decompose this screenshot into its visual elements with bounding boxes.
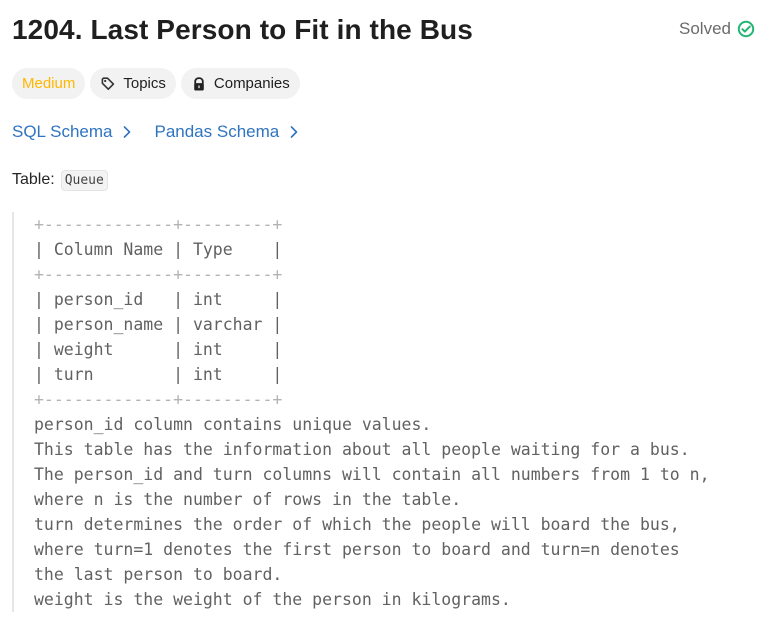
description-line: turn determines the order of which the p… bbox=[34, 515, 680, 534]
ascii-row: | person_name | varchar | bbox=[34, 315, 283, 334]
problem-page: 1204. Last Person to Fit in the Bus Solv… bbox=[0, 0, 765, 637]
check-circle-icon bbox=[737, 20, 755, 38]
ascii-row: | turn | int | bbox=[34, 365, 283, 384]
ascii-table: +-------------+---------+ | Column Name … bbox=[34, 212, 760, 612]
solved-label: Solved bbox=[679, 19, 731, 38]
description-line: where n is the number of rows in the tab… bbox=[34, 490, 462, 509]
lock-icon bbox=[191, 76, 207, 92]
ascii-border-mid: +-------------+---------+ bbox=[34, 265, 283, 284]
ascii-header-row: | Column Name | Type | bbox=[34, 240, 283, 259]
sql-schema-link[interactable]: SQL Schema bbox=[12, 120, 132, 144]
table-label: Table: bbox=[12, 171, 55, 188]
table-name-code: Queue bbox=[60, 169, 108, 191]
topics-label: Topics bbox=[123, 75, 166, 92]
schema-links: SQL Schema Pandas Schema bbox=[12, 120, 299, 144]
description-line: weight is the weight of the person in ki… bbox=[34, 590, 511, 609]
pandas-schema-link[interactable]: Pandas Schema bbox=[154, 120, 299, 144]
problem-title: 1204. Last Person to Fit in the Bus bbox=[12, 14, 473, 45]
table-name-row: Table: Queue bbox=[12, 168, 108, 192]
topics-button[interactable]: Topics bbox=[90, 68, 176, 99]
solved-status: Solved bbox=[679, 18, 755, 40]
ascii-row: | weight | int | bbox=[34, 340, 283, 359]
description-line: the last person to board. bbox=[34, 565, 283, 584]
ascii-border-bottom: +-------------+---------+ bbox=[34, 390, 283, 409]
difficulty-badge: Medium bbox=[12, 68, 86, 99]
description-line: This table has the information about all… bbox=[34, 440, 690, 459]
ascii-row: | person_id | int | bbox=[34, 290, 283, 309]
ascii-border-top: +-------------+---------+ bbox=[34, 215, 283, 234]
difficulty-label: Medium bbox=[22, 75, 76, 92]
description-line: person_id column contains unique values. bbox=[34, 415, 432, 434]
companies-button[interactable]: Companies bbox=[180, 68, 300, 99]
sql-schema-label: SQL Schema bbox=[12, 122, 113, 141]
tag-row: Medium Topics Companies bbox=[12, 68, 300, 99]
pandas-schema-label: Pandas Schema bbox=[154, 122, 280, 141]
tag-icon bbox=[100, 76, 116, 92]
chevron-right-icon bbox=[122, 125, 132, 139]
schema-code-block: +-------------+---------+ | Column Name … bbox=[12, 212, 760, 612]
chevron-right-icon bbox=[289, 125, 299, 139]
description-line: The person_id and turn columns will cont… bbox=[34, 465, 710, 484]
description-line: where turn=1 denotes the first person to… bbox=[34, 540, 680, 559]
companies-label: Companies bbox=[213, 75, 290, 92]
